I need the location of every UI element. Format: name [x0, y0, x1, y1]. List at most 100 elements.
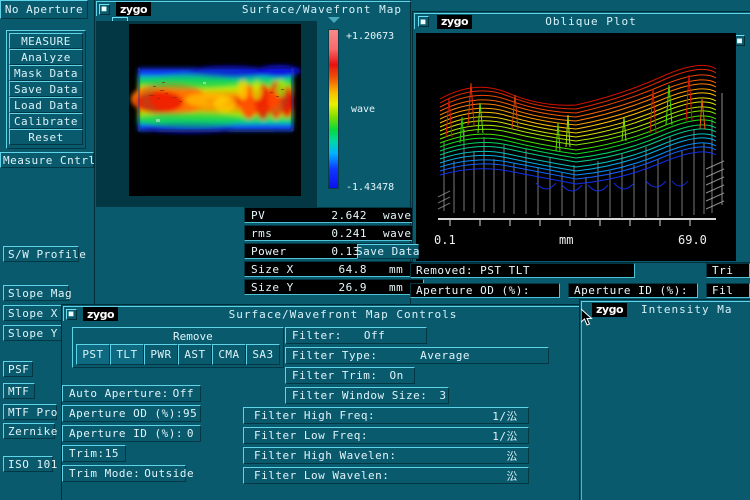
- mouse-cursor: [580, 307, 595, 331]
- stat-label-rms: rms: [251, 226, 273, 240]
- surface-wavefront-map-controls-window: ■ zygo Surface/Wavefront Map Controls Re…: [62, 305, 589, 500]
- sidebar-item-slope-mag[interactable]: Slope Mag: [3, 285, 72, 301]
- aperture-od-control[interactable]: Aperture OD (%): 95: [62, 405, 201, 422]
- remove-tlt-button[interactable]: TLT: [110, 344, 144, 365]
- colorbar: [328, 29, 339, 189]
- stat-row-rms: rms 0.241 wave: [244, 225, 424, 241]
- filter-window-size-label: Filter Window Size:: [292, 389, 428, 402]
- filter-type-control[interactable]: Filter Type: Average: [285, 347, 549, 364]
- stat-value-rms: 0.241: [331, 226, 367, 240]
- oblique-axis-min-label: 0.1: [434, 233, 456, 247]
- filter-low-wavelen-control[interactable]: Filter Low Wavelen: 㳂: [243, 467, 529, 484]
- sidebar-item-mtf-pro[interactable]: MTF Pro: [3, 404, 57, 420]
- sidebar-item-slope-x[interactable]: Slope X: [3, 305, 65, 321]
- filter-control[interactable]: Filter: Off: [285, 327, 427, 344]
- aperture-id-control[interactable]: Aperture ID (%): 0: [62, 425, 201, 442]
- measure-cntrl-button[interactable]: Measure Cntrl: [0, 152, 95, 168]
- oblique-plot-canvas[interactable]: 0.1 mm 69.0: [416, 33, 736, 261]
- remove-cma-button[interactable]: CMA: [212, 344, 246, 365]
- filter-label: Filter:: [292, 329, 342, 342]
- oblique-window-title: Oblique Plot: [545, 15, 637, 28]
- stat-label-pv: PV: [251, 208, 266, 222]
- filter-high-freq-control[interactable]: Filter High Freq: 1/㳂: [243, 407, 529, 424]
- mask-data-button[interactable]: Mask Data: [9, 65, 83, 81]
- controls-window-menu-icon[interactable]: ■: [66, 308, 77, 320]
- auto-aperture-field[interactable]: Auto Aperture: Off: [62, 385, 201, 402]
- stat-label-power: Power: [251, 244, 287, 258]
- filter-trim-value: On: [389, 369, 404, 382]
- aperture-id-value: 0: [186, 427, 194, 440]
- remove-pwr-button[interactable]: PWR: [144, 344, 178, 365]
- intensity-window-title: Intensity Ma: [641, 303, 733, 316]
- stat-row-pv: PV 2.642 wave: [244, 207, 424, 223]
- controls-window-title: Surface/Wavefront Map Controls: [228, 307, 458, 321]
- filter-type-label: Filter Type:: [292, 349, 378, 362]
- filter-high-wavelen-label: Filter High Wavelen:: [254, 449, 397, 462]
- trim-value: 15: [104, 447, 119, 460]
- controls-window-titlebar[interactable]: ■ zygo Surface/Wavefront Map Controls: [63, 306, 589, 321]
- stat-value-pv: 2.642: [331, 208, 367, 222]
- stat-row-size-y: Size Y 26.9 mm: [244, 279, 424, 295]
- remove-group-label: Remove: [173, 330, 213, 343]
- filter-high-wavelen-control[interactable]: Filter High Wavelen: 㳂: [243, 447, 529, 464]
- oblique-axis-max-label: 69.0: [678, 233, 707, 247]
- filter-trim-label: Filter Trim:: [292, 369, 378, 382]
- aperture-od-value: 95: [182, 407, 198, 420]
- calibrate-button[interactable]: Calibrate: [9, 113, 83, 129]
- remove-ast-button[interactable]: AST: [178, 344, 212, 365]
- zygo-logo: zygo: [116, 2, 152, 16]
- save-data-button[interactable]: Save Data: [9, 81, 83, 97]
- trim-control[interactable]: Trim: 15: [62, 445, 126, 462]
- colorbar-min-label: -1.43478: [346, 182, 395, 193]
- trim-field-partial: Tri: [706, 263, 750, 278]
- removed-field: Removed: PST TLT: [410, 263, 635, 278]
- sidebar-item-psf[interactable]: PSF: [3, 361, 33, 377]
- sidebar-item-sw-profile[interactable]: S/W Profile: [3, 246, 86, 262]
- trim-mode-label: Trim Mode:: [69, 467, 141, 480]
- sidebar-item-slope-y[interactable]: Slope Y: [3, 325, 65, 341]
- stat-unit-pv: wave: [383, 208, 412, 222]
- aperture-id-label: Aperture ID (%):: [69, 427, 183, 440]
- sidebar-item-zernike[interactable]: Zernike: [3, 423, 57, 439]
- filter-trim-control[interactable]: Filter Trim: On: [285, 367, 415, 384]
- surface-map-svg: [129, 24, 301, 196]
- aperture-id-field: Aperture ID (%):: [568, 283, 698, 298]
- stat-unit-size-y: mm: [389, 280, 404, 294]
- reset-button[interactable]: Reset: [9, 129, 83, 145]
- surface-map-image[interactable]: [129, 24, 301, 196]
- oblique-zygo-logo: zygo: [437, 14, 473, 29]
- load-data-button[interactable]: Load Data: [9, 97, 83, 113]
- oblique-plot-window: ■ zygo Oblique Plot ■ 0.1 mm 69.0: [413, 12, 750, 262]
- remove-sa3-button[interactable]: SA3: [246, 344, 280, 365]
- auto-aperture-value: Off: [172, 387, 194, 400]
- stat-value-size-x: 64.8: [338, 262, 367, 276]
- stat-unit-size-x: mm: [389, 262, 404, 276]
- metropro-desktop: No Aperture MEASURE Analyze Mask Data Sa…: [0, 0, 750, 500]
- stat-unit-rms: wave: [383, 226, 412, 240]
- sidebar-item-mtf[interactable]: MTF: [3, 383, 35, 399]
- filter-field-partial: Fil: [706, 283, 750, 298]
- analyze-button[interactable]: Analyze: [9, 49, 83, 65]
- filter-low-freq-control[interactable]: Filter Low Freq: 1/㳂: [243, 427, 529, 444]
- trim-mode-control[interactable]: Trim Mode: Outside: [62, 465, 194, 482]
- filter-window-size-control[interactable]: Filter Window Size: 3: [285, 387, 449, 404]
- aperture-od-label: Aperture OD (%):: [69, 407, 183, 420]
- sidebar-item-iso-101[interactable]: ISO 101: [3, 456, 57, 472]
- oblique-window-menu-icon[interactable]: ■: [418, 16, 429, 27]
- stat-value-size-y: 26.9: [338, 280, 367, 294]
- window-menu-icon[interactable]: ■: [99, 3, 110, 15]
- colorbar-handle-icon[interactable]: [328, 17, 340, 23]
- intensity-zygo-logo: zygo: [592, 302, 628, 317]
- colorbar-max-label: +1.20673: [346, 31, 395, 42]
- save-data-float-button[interactable]: Save Data: [356, 244, 420, 259]
- filter-window-size-value: 3: [439, 389, 447, 402]
- colorbar-unit-label: wave: [351, 104, 376, 115]
- filter-high-freq-label: Filter High Freq:: [254, 409, 376, 422]
- controls-zygo-logo: zygo: [83, 307, 119, 321]
- intensity-window-titlebar[interactable]: zygo Intensity Ma: [581, 301, 750, 317]
- oblique-window-titlebar[interactable]: ■ zygo Oblique Plot: [414, 13, 750, 29]
- filter-high-wavelen-value: 㳂: [506, 449, 518, 463]
- measure-button[interactable]: MEASURE: [9, 33, 83, 49]
- map-window-titlebar[interactable]: ■ zygo Surface/Wavefront Map: [96, 1, 411, 16]
- remove-pst-button[interactable]: PST: [76, 344, 110, 365]
